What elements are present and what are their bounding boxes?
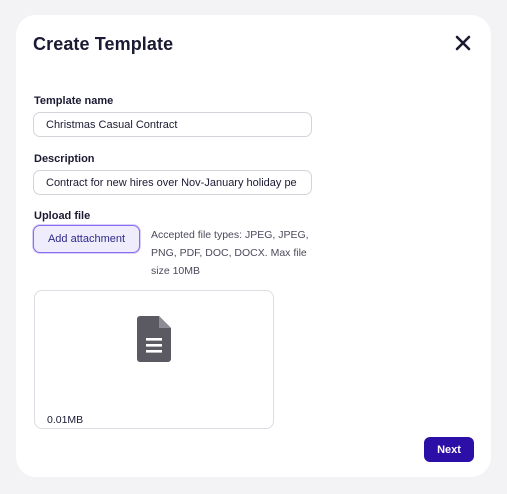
next-button[interactable]: Next xyxy=(424,437,474,462)
upload-file-label: Upload file xyxy=(34,210,91,222)
add-attachment-button[interactable]: Add attachment xyxy=(33,225,140,253)
attachment-card[interactable]: 0.01MB xyxy=(34,290,274,429)
document-icon xyxy=(137,316,171,367)
template-name-input[interactable] xyxy=(33,112,312,137)
template-name-label: Template name xyxy=(34,95,114,107)
attachment-file-size: 0.01MB xyxy=(47,414,84,426)
close-icon[interactable] xyxy=(454,34,472,52)
modal-title: Create Template xyxy=(33,34,174,54)
accepted-file-types-text: Accepted file types: JPEG, JPEG, PNG, PD… xyxy=(151,229,309,277)
description-label: Description xyxy=(34,153,95,165)
description-input[interactable] xyxy=(33,170,312,195)
create-template-modal: Create Template Template name Descriptio… xyxy=(16,15,491,477)
